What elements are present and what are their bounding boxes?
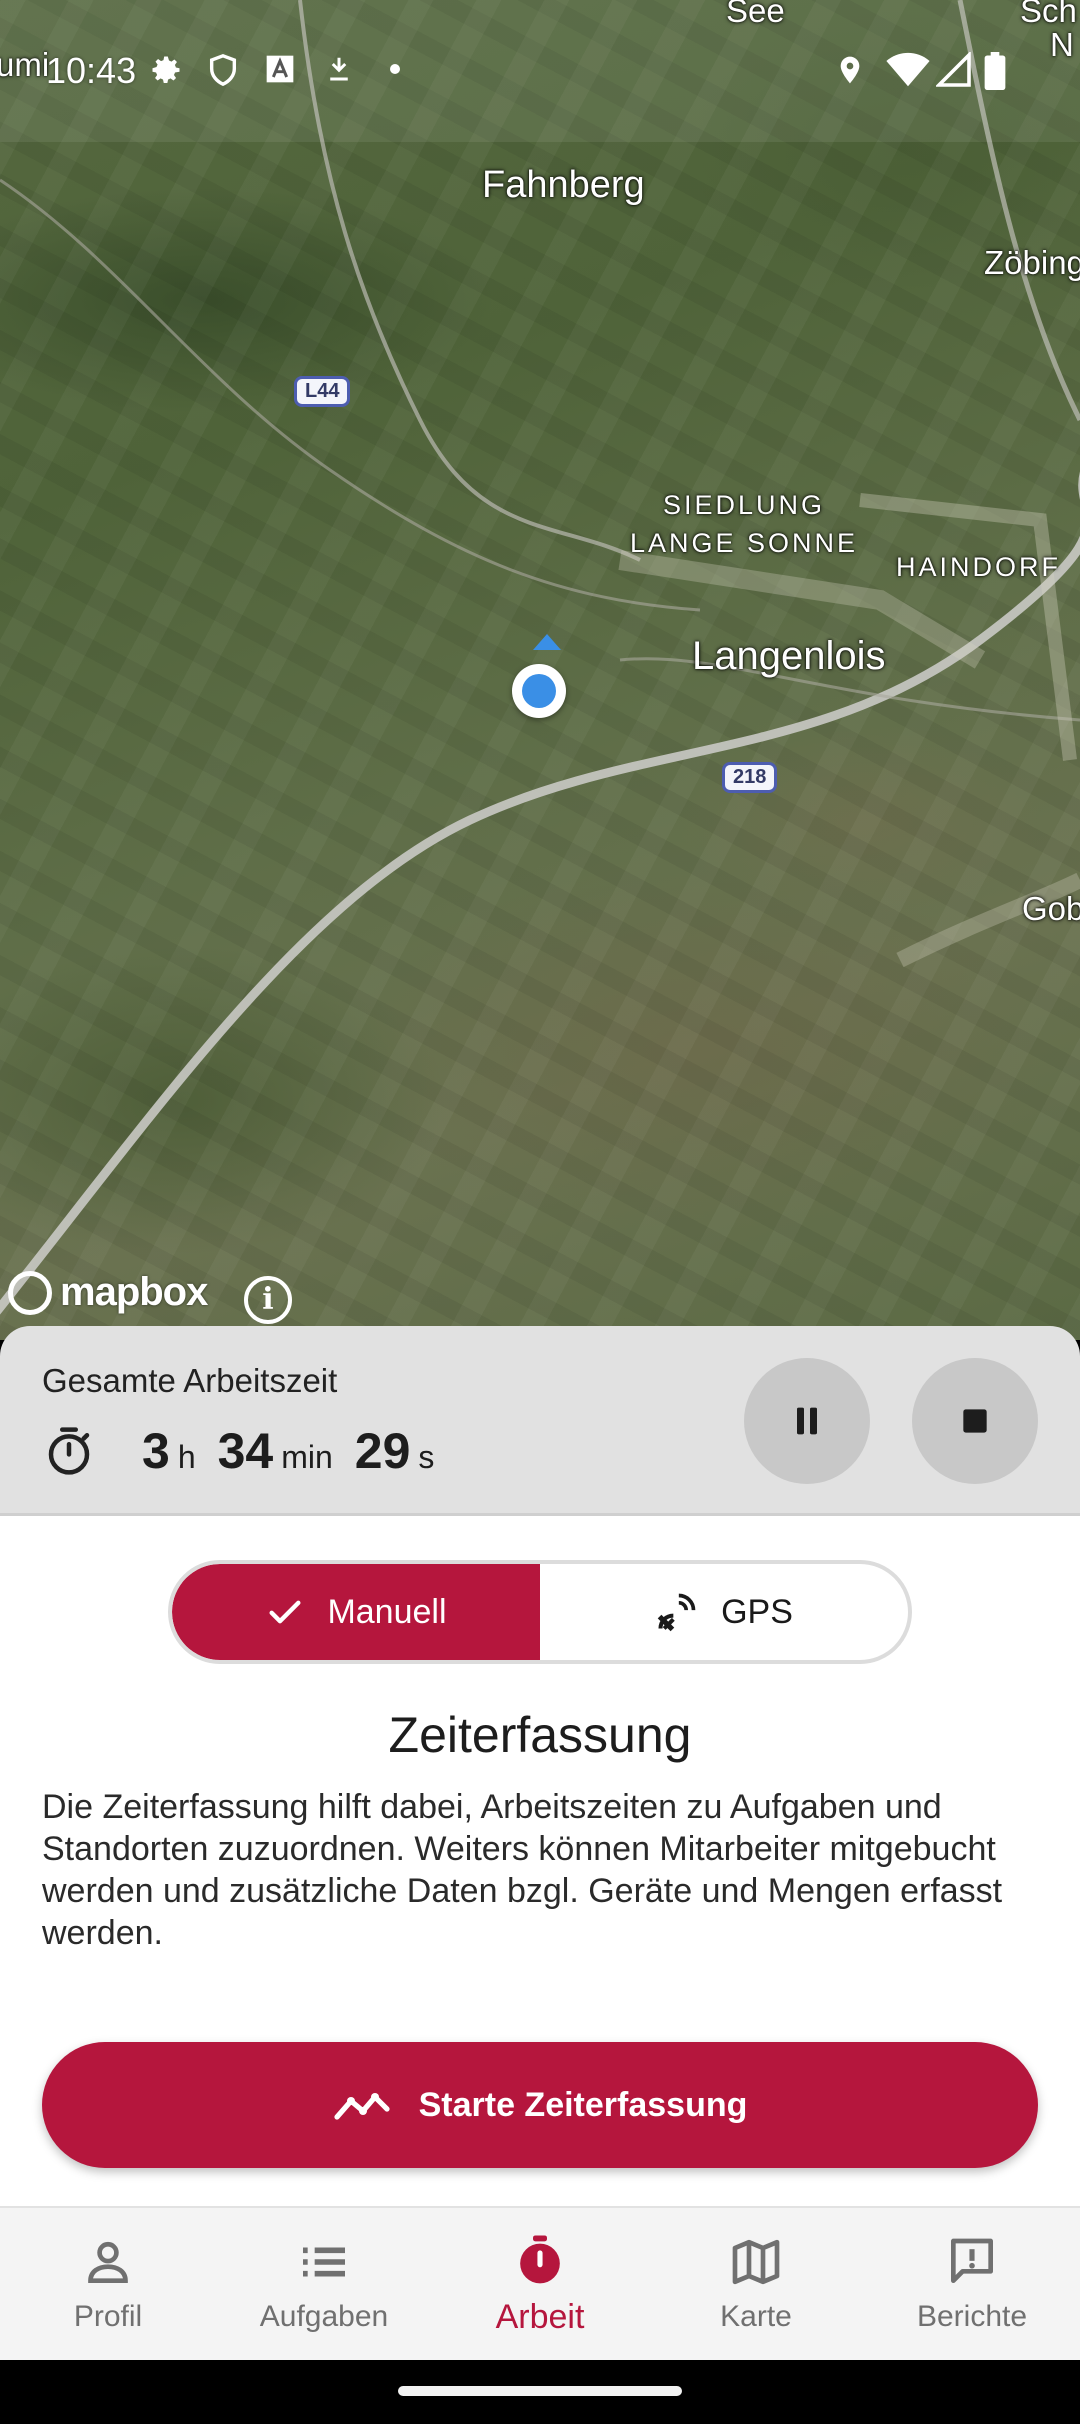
signal-icon: [936, 52, 971, 87]
place-label-fahnberg: Fahnberg: [482, 164, 645, 206]
nav-item-karte[interactable]: Karte: [648, 2208, 864, 2360]
seconds-unit: s: [418, 1439, 435, 1475]
mapbox-logo-icon: [8, 1270, 52, 1315]
mode-gps-button[interactable]: GPS: [540, 1564, 908, 1660]
nav-item-arbeit[interactable]: Arbeit: [432, 2208, 648, 2360]
place-label-gob: Gob: [1022, 890, 1080, 927]
nav-label-arbeit: Arbeit: [495, 2297, 585, 2336]
map-view[interactable]: See Sch N umi Fahnberg Zöbing SIEDLUNG L…: [0, 0, 1080, 1340]
nav-item-profil[interactable]: Profil: [0, 2208, 216, 2360]
check-icon: [269, 1600, 301, 1624]
report-icon: [951, 2238, 993, 2283]
nav-label-berichte: Berichte: [916, 2300, 1028, 2333]
seconds-value: 29: [354, 1423, 411, 1479]
attribution-info-icon[interactable]: i: [244, 1276, 292, 1324]
status-bar: 10:43: [0, 40, 1080, 100]
hours-value: 3: [142, 1423, 170, 1479]
trend-line-icon: [334, 2093, 390, 2120]
shield-icon: [209, 54, 237, 87]
list-icon: [303, 2247, 345, 2277]
elapsed-time: 3 h 34 min 29 s: [42, 1422, 456, 1480]
nav-label-karte: Karte: [720, 2300, 792, 2333]
road-shield-218: 218: [722, 762, 778, 793]
mapbox-wordmark: mapbox: [60, 1270, 208, 1314]
stop-button[interactable]: [912, 1358, 1038, 1484]
stopwatch-icon: [48, 1427, 90, 1475]
place-label-zobing: Zöbing: [984, 244, 1080, 281]
satellite-dish-icon: [657, 1593, 696, 1632]
place-label-see: See: [726, 0, 785, 29]
section-title: Zeiterfassung: [388, 1707, 692, 1763]
section-description: Die Zeiterfassung hilft dabei, Arbeitsze…: [42, 1788, 1003, 1952]
start-time-tracking-button[interactable]: Starte Zeiterfassung: [42, 2042, 1038, 2168]
place-label-siedlung-lange-sonne: SIEDLUNG LANGE SONNE: [630, 490, 859, 558]
bottom-navigation: Profil Aufgaben Arbeit Karte Berichte: [0, 2206, 1080, 2360]
timer-icon: [520, 2235, 560, 2283]
minutes-unit: min: [281, 1439, 333, 1475]
timer-title: Gesamte Arbeitszeit: [42, 1362, 338, 1399]
battery-icon: [984, 52, 1006, 90]
nav-item-berichte[interactable]: Berichte: [864, 2208, 1080, 2360]
current-location-marker: [512, 664, 566, 718]
mode-toggle: Manuell GPS: [168, 1560, 912, 1664]
pause-button[interactable]: [744, 1358, 870, 1484]
location-pin-icon: [840, 56, 860, 84]
place-label-haindorf: HAINDORF: [896, 552, 1061, 582]
nav-label-aufgaben: Aufgaben: [259, 2300, 389, 2333]
pause-icon: [797, 1407, 817, 1435]
person-icon: [88, 2241, 128, 2283]
mode-manual-label: Manuell: [327, 1592, 447, 1631]
hours-unit: h: [177, 1439, 196, 1475]
stop-icon: [963, 1409, 987, 1433]
wifi-icon: [886, 52, 930, 87]
main-content: Manuell GPS Zeiterfassung Die Zeiterfass…: [0, 1516, 1080, 2206]
download-icon: [330, 57, 348, 81]
road-shield-l44: L44: [294, 376, 351, 407]
place-label-langenlois: Langenlois: [692, 634, 886, 678]
nav-label-profil: Profil: [73, 2300, 143, 2333]
start-time-tracking-label: Starte Zeiterfassung: [418, 2085, 748, 2124]
text-a-icon: [266, 55, 294, 83]
home-gesture-bar[interactable]: [398, 2386, 682, 2396]
nav-item-aufgaben[interactable]: Aufgaben: [216, 2208, 432, 2360]
mapbox-logo[interactable]: mapbox: [8, 1270, 208, 1315]
dot-icon: [390, 64, 400, 74]
mode-manual-button[interactable]: Manuell: [172, 1564, 540, 1660]
heading-arrow-icon: [533, 634, 561, 650]
minutes-value: 34: [217, 1423, 274, 1479]
settings-icon: [152, 56, 180, 84]
map-icon: [732, 2239, 780, 2285]
mode-gps-label: GPS: [721, 1592, 793, 1631]
status-time: 10:43: [46, 50, 137, 91]
